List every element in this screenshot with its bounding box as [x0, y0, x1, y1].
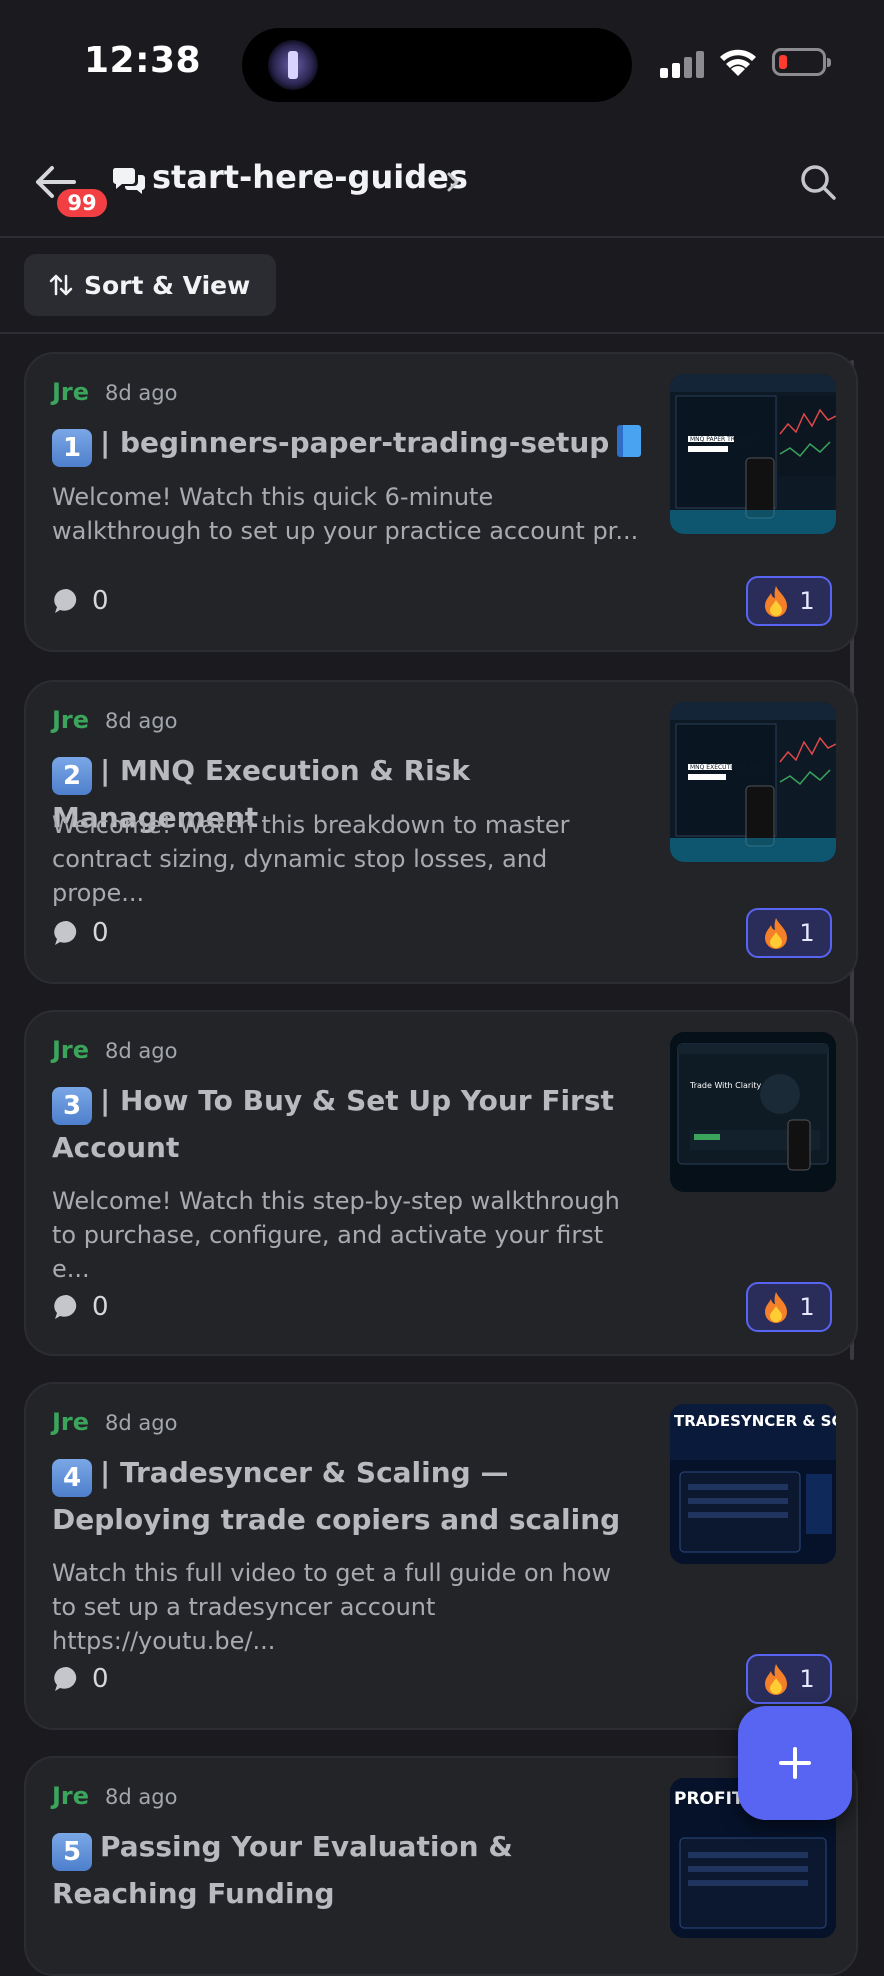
new-post-button[interactable] [738, 1706, 852, 1820]
post-thumbnail[interactable]: Trade With Clarity [670, 1032, 836, 1192]
post-author[interactable]: Jre [52, 1036, 89, 1064]
post-title[interactable]: 5 Passing Your Evaluation & Reaching Fund… [52, 1824, 652, 1917]
search-icon[interactable] [796, 160, 840, 204]
reaction-count: 1 [799, 587, 815, 615]
thumbnail-caption: MNQ PAPER TRADING [690, 436, 755, 443]
plus-icon [779, 1747, 811, 1779]
comment-count-value: 0 [92, 918, 109, 948]
keycap-number-icon: 4 [52, 1459, 92, 1497]
post-time: 8d ago [105, 709, 178, 733]
sort-view-button[interactable]: Sort & View [24, 254, 277, 316]
post-title[interactable]: 4 | Tradesyncer & Scaling — Deploying tra… [52, 1450, 652, 1542]
channel-header: 99 start-here-guides [0, 140, 884, 238]
reaction-button[interactable]: 1 [746, 576, 832, 626]
post-title-text: | beginners-paper-trading-setup [100, 426, 610, 459]
post-card[interactable]: Jre 8d ago 4 | Tradesyncer & Scaling — De… [24, 1382, 858, 1730]
fire-icon [765, 586, 788, 617]
speech-bubble-icon [54, 588, 77, 613]
status-bar: 12:38 [0, 0, 884, 120]
post-card[interactable]: Jre 8d ago 2 | MNQ Execution & Risk Manag… [24, 680, 858, 984]
sort-view-label: Sort & View [84, 270, 251, 300]
speech-bubble-icon [54, 1294, 77, 1319]
comment-count[interactable]: 0 [52, 1292, 109, 1322]
cellular-signal-icon [660, 50, 706, 78]
post-author[interactable]: Jre [52, 378, 89, 406]
reaction-count: 1 [799, 1665, 815, 1693]
book-icon [617, 425, 642, 457]
post-excerpt: Welcome! Watch this step-by-step walkthr… [52, 1187, 620, 1283]
post-title-text: Passing Your Evaluation & Reaching Fundi… [52, 1830, 513, 1910]
post-excerpt: Watch this full video to get a full guid… [52, 1559, 612, 1655]
keycap-number-icon: 2 [52, 757, 92, 795]
post-excerpt: Welcome! Watch this breakdown to master … [52, 811, 570, 907]
flashlight-icon [268, 40, 318, 90]
post-title-text: | How To Buy & Set Up Your First Account [52, 1084, 614, 1164]
comment-count-value: 0 [92, 1664, 109, 1694]
speech-bubble-icon [54, 920, 77, 945]
comment-count-value: 0 [92, 1292, 109, 1322]
thumbnail-caption: Trade With Clarity [689, 1081, 762, 1090]
post-thumbnail[interactable]: MNQ EXECUTION & RISK [670, 702, 836, 862]
comment-count[interactable]: 0 [52, 918, 109, 948]
thumbnail-caption: MNQ EXECUTION & RISK [690, 764, 764, 771]
post-author[interactable]: Jre [52, 1408, 89, 1436]
post-excerpt: Welcome! Watch this quick 6-minute walkt… [52, 483, 639, 545]
sort-arrows-icon [49, 274, 73, 296]
status-time: 12:38 [84, 40, 202, 81]
post-title-text: | Tradesyncer & Scaling — Deploying trad… [52, 1456, 621, 1536]
post-time: 8d ago [105, 381, 178, 405]
post-author[interactable]: Jre [52, 1782, 89, 1810]
post-title[interactable]: 3 | How To Buy & Set Up Your First Accoun… [52, 1078, 652, 1171]
fire-icon [765, 918, 788, 949]
comment-count-value: 0 [92, 586, 109, 616]
keycap-number-icon: 5 [52, 1833, 92, 1871]
post-time: 8d ago [105, 1785, 178, 1809]
sort-toolbar: Sort & View [0, 238, 884, 334]
post-card[interactable]: Jre 8d ago 5 Passing Your Evaluation & Re… [24, 1756, 858, 1976]
keycap-number-icon: 3 [52, 1087, 92, 1125]
post-card[interactable]: Jre 8d ago 1 | beginners-paper-trading-se… [24, 352, 858, 652]
reaction-count: 1 [799, 1293, 815, 1321]
post-thumbnail[interactable]: MNQ PAPER TRADING [670, 374, 836, 534]
reaction-button[interactable]: 1 [746, 1654, 832, 1704]
post-time: 8d ago [105, 1411, 178, 1435]
wifi-icon [720, 49, 756, 76]
post-thumbnail[interactable]: TRADESYNCER & SCALING [670, 1404, 836, 1564]
comment-count[interactable]: 0 [52, 1664, 109, 1694]
chevron-right-icon[interactable] [442, 170, 464, 194]
post-time: 8d ago [105, 1039, 178, 1063]
thumbnail-caption: TRADESYNCER & SCALING [674, 1412, 836, 1430]
comment-count[interactable]: 0 [52, 586, 109, 616]
fire-icon [765, 1292, 788, 1323]
fire-icon [765, 1664, 788, 1695]
channel-title[interactable]: start-here-guides [152, 158, 468, 196]
reaction-count: 1 [799, 919, 815, 947]
post-title[interactable]: 1 | beginners-paper-trading-setup [52, 420, 652, 467]
speech-bubble-icon [54, 1666, 77, 1691]
post-author[interactable]: Jre [52, 706, 89, 734]
forum-channel-icon [112, 168, 145, 194]
reaction-button[interactable]: 1 [746, 1282, 832, 1332]
post-card[interactable]: Jre 8d ago 3 | How To Buy & Set Up Your F… [24, 1010, 858, 1356]
keycap-number-icon: 1 [52, 429, 92, 467]
dynamic-island [242, 28, 632, 102]
battery-icon [772, 48, 831, 76]
reaction-button[interactable]: 1 [746, 908, 832, 958]
unread-badge: 99 [54, 186, 110, 220]
